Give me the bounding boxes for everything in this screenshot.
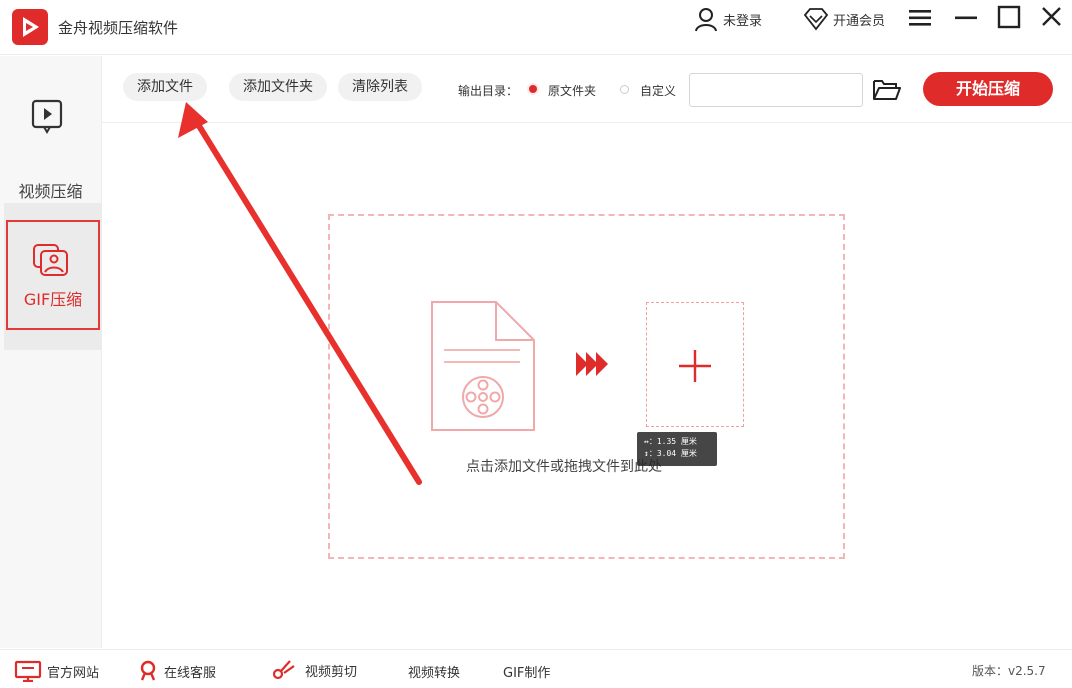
minimize-icon [955,16,977,20]
menu-button[interactable] [906,4,936,34]
measure-tooltip: ↔：1.35 厘米 ↕：3.04 厘米 [637,432,717,466]
user-icon [695,8,717,32]
drop-zone[interactable] [328,214,845,559]
app-logo-icon [12,9,48,45]
minimize-button[interactable] [952,4,982,34]
radio-source-label[interactable]: 原文件夹 [548,82,596,99]
toolbar: 添加文件 添加文件夹 清除列表 输出目录： 原文件夹 自定义 开始压缩 [102,56,1072,123]
video-clip-label: 视频剪切 [305,664,358,680]
start-compress-button[interactable]: 开始压缩 [923,72,1053,106]
title-bar: 金舟视频压缩软件 未登录 开通会员 [0,0,1072,56]
close-icon [1042,7,1061,26]
login-button[interactable]: 未登录 [693,6,762,32]
measure-width: 1.35 厘米 [656,437,697,446]
radio-custom-label[interactable]: 自定义 [640,82,676,99]
add-file-box[interactable] [646,302,744,427]
sidebar: 视频压缩 GIF压缩 [0,56,102,648]
video-clip-link[interactable]: 视频剪切 [270,658,357,682]
footer: 官方网站 在线客服 视频剪切 视频转换 GIF制作 版本：v2.5.7 [0,649,1072,688]
gif-image-icon [33,244,68,276]
sidebar-item-label: 视频压缩 [18,182,83,201]
menu-icon [909,10,931,26]
sidebar-item-video-compress[interactable]: 视频压缩 [0,94,101,204]
service-icon [140,660,156,681]
sidebar-item-gif-compress[interactable]: GIF压缩 [6,220,100,330]
add-folder-button[interactable]: 添加文件夹 [229,73,327,101]
forward-arrows-icon [576,352,608,376]
radio-source-folder[interactable] [529,85,537,93]
close-button[interactable] [1038,4,1068,34]
diamond-icon [803,8,829,31]
maximize-button[interactable] [996,4,1026,34]
maximize-icon [997,5,1021,29]
browse-folder-button[interactable] [872,78,902,102]
vip-label: 开通会员 [833,13,886,29]
monitor-icon [14,660,42,682]
vip-button[interactable]: 开通会员 [803,6,885,32]
plus-icon [679,350,711,382]
output-dir-label: 输出目录： [458,84,519,98]
clear-list-button[interactable]: 清除列表 [338,73,422,101]
folder-open-icon [873,80,901,100]
sidebar-item-label: GIF压缩 [23,290,83,309]
measure-width-row: ↔：1.35 厘米 [644,437,697,446]
official-site-label: 官方网站 [47,665,100,681]
add-file-button[interactable]: 添加文件 [123,73,207,101]
radio-custom-folder[interactable] [620,85,629,94]
app-title: 金舟视频压缩软件 [58,19,179,37]
version-text: 版本：v2.5.7 [972,664,1046,678]
measure-height: 3.04 厘米 [656,449,697,458]
scissors-icon [272,660,295,680]
online-service-label: 在线客服 [164,665,217,681]
title-divider [0,54,1072,55]
gif-make-link[interactable]: GIF制作 [503,662,550,681]
measure-height-row: ↕：3.04 厘米 [644,449,697,458]
official-site-link[interactable]: 官方网站 [14,660,99,682]
video-convert-link[interactable]: 视频转换 [408,662,460,681]
video-file-icon [431,301,535,431]
login-label: 未登录 [723,13,763,29]
video-play-icon [31,99,63,134]
drop-hint-text: 点击添加文件或拖拽文件到此处 [466,459,662,475]
output-path-input[interactable] [689,73,863,107]
online-service-link[interactable]: 在线客服 [137,660,216,682]
